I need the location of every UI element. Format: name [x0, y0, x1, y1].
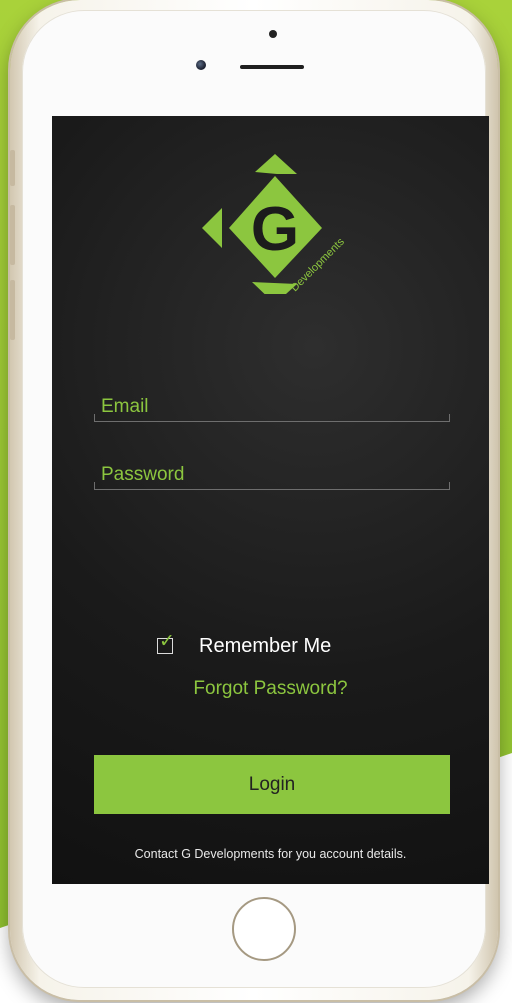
volume-down-button	[10, 280, 15, 340]
g-developments-logo: G Developments	[202, 154, 347, 294]
email-label: Email	[101, 396, 149, 417]
password-label: Password	[101, 464, 185, 485]
remember-me-row[interactable]: ✓ Remember Me	[157, 630, 332, 660]
front-camera-icon	[196, 60, 206, 70]
phone-frame: G Developments Email Password ✓ Remember…	[10, 0, 498, 1000]
password-underline	[94, 489, 450, 490]
mute-switch	[10, 150, 15, 186]
forgot-password-link[interactable]: Forgot Password?	[52, 678, 489, 700]
home-button[interactable]	[232, 897, 296, 961]
logo-letter: G	[251, 195, 299, 264]
remember-me-checkbox[interactable]: ✓	[157, 630, 175, 654]
password-field[interactable]: Password	[94, 460, 450, 490]
earpiece-speaker	[240, 65, 304, 69]
contact-note: Contact G Developments for you account d…	[134, 847, 407, 861]
proximity-sensor	[269, 30, 277, 38]
login-screen: G Developments Email Password ✓ Remember…	[52, 116, 489, 884]
checkmark-icon: ✓	[159, 630, 175, 652]
login-button[interactable]: Login	[94, 755, 450, 814]
email-field[interactable]: Email	[94, 392, 450, 422]
email-underline	[94, 421, 450, 422]
remember-me-label: Remember Me	[199, 634, 332, 657]
volume-up-button	[10, 205, 15, 265]
